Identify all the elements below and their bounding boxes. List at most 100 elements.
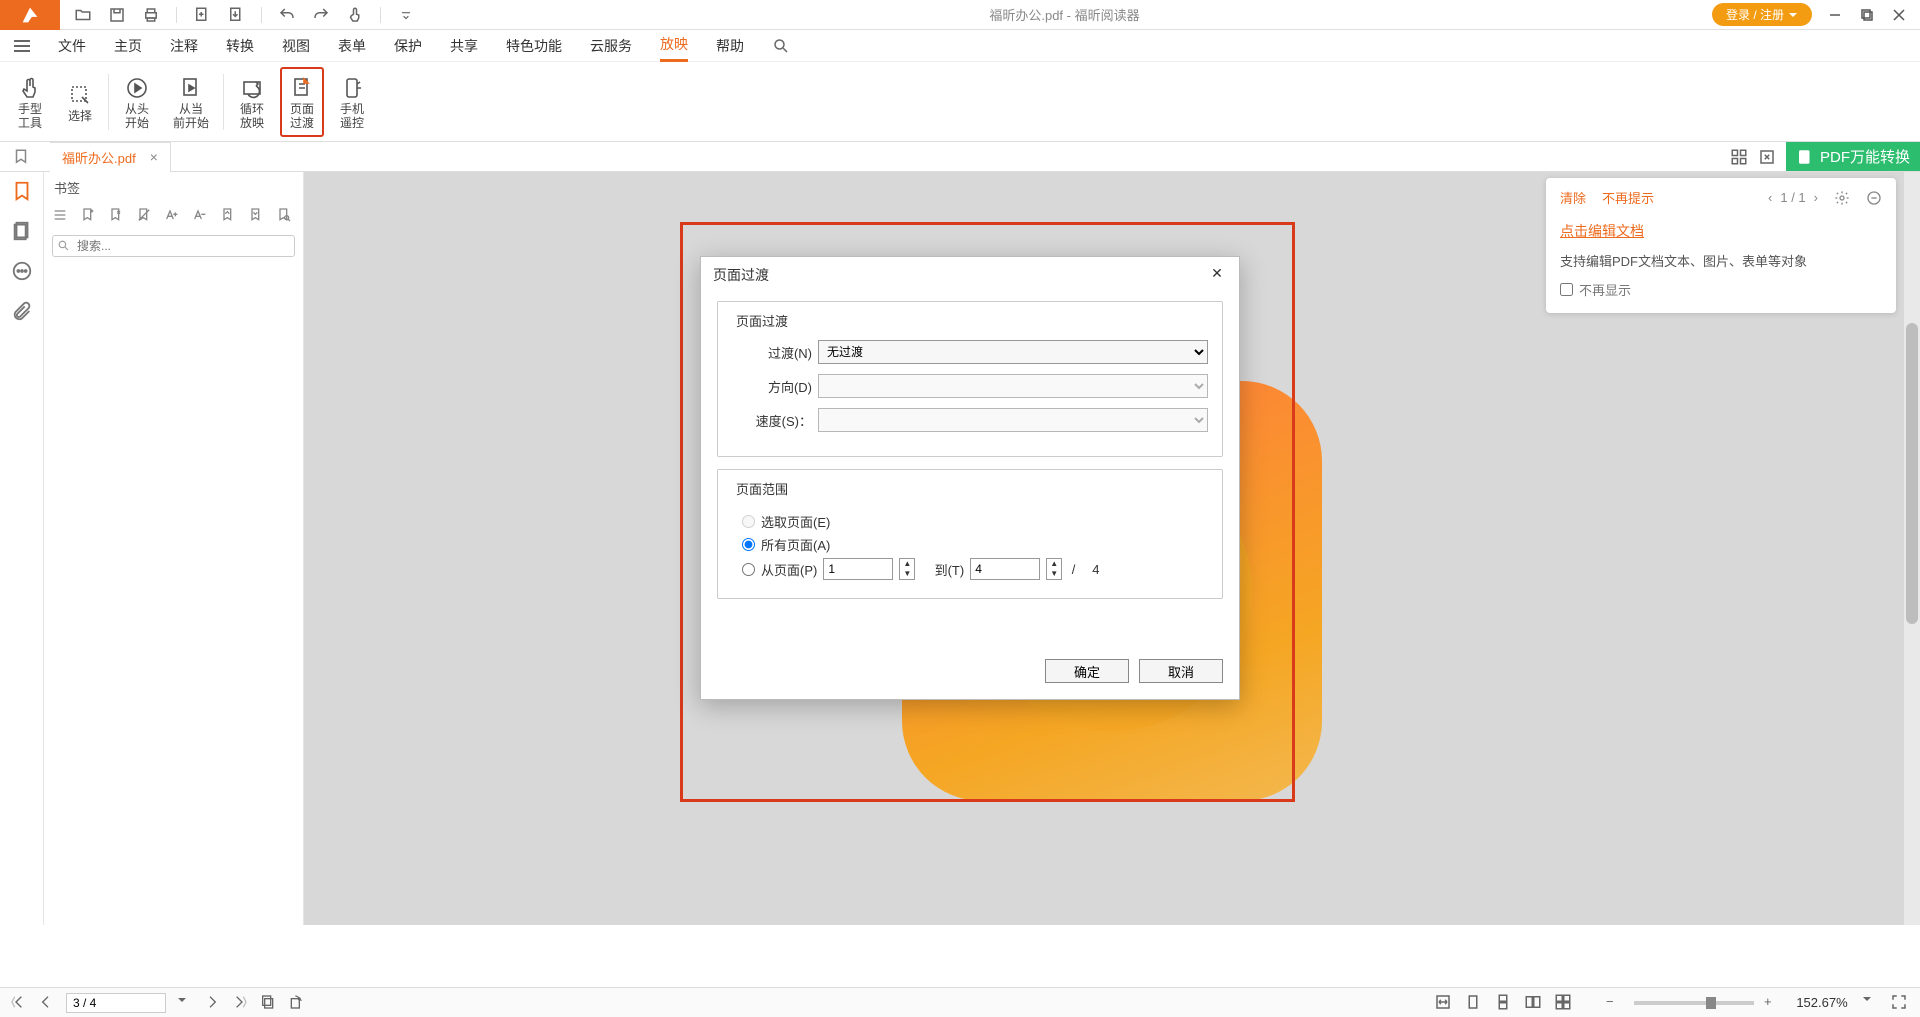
card-minimize-icon[interactable] [1866, 190, 1882, 206]
app-logo [0, 0, 60, 30]
hamburger-icon[interactable] [14, 40, 30, 52]
page-add-icon[interactable] [193, 6, 211, 24]
tab-marker-icon[interactable] [12, 148, 30, 166]
comments-panel-icon[interactable] [11, 260, 33, 282]
redo-icon[interactable] [312, 6, 330, 24]
copy-icon[interactable] [260, 994, 278, 1012]
menu-home[interactable]: 主页 [114, 31, 142, 61]
radio-all-pages[interactable] [742, 538, 755, 551]
menu-annot[interactable]: 注释 [170, 31, 198, 61]
menu-project[interactable]: 放映 [660, 29, 688, 62]
speed-select[interactable] [818, 408, 1208, 432]
undo-icon[interactable] [278, 6, 296, 24]
menu-file[interactable]: 文件 [58, 31, 86, 61]
fit-width-icon[interactable] [1434, 993, 1454, 1013]
fullscreen-icon[interactable] [1890, 993, 1910, 1013]
menu-cloud[interactable]: 云服务 [590, 31, 632, 61]
radio-from-page[interactable] [742, 563, 755, 576]
hand-tool-button[interactable]: 手型 工具 [8, 67, 52, 137]
search-icon[interactable] [772, 37, 790, 55]
dialog-close-icon[interactable]: ✕ [1207, 265, 1227, 285]
facing-continuous-icon[interactable] [1554, 993, 1574, 1013]
zoom-out-icon[interactable]: − [1606, 994, 1624, 1012]
gear-icon[interactable] [1834, 190, 1850, 206]
bm-font-dec-icon[interactable] [192, 207, 210, 225]
facing-icon[interactable] [1524, 993, 1544, 1013]
from-spinner[interactable]: ▲▼ [899, 558, 915, 580]
menu-view[interactable]: 视图 [282, 31, 310, 61]
menu-protect[interactable]: 保护 [394, 31, 422, 61]
print-icon[interactable] [142, 6, 160, 24]
direction-select[interactable] [818, 374, 1208, 398]
hand-icon [18, 74, 42, 102]
bm-delete-icon[interactable] [136, 207, 154, 225]
login-button[interactable]: 登录 / 注册 [1712, 3, 1812, 26]
start-from-current-button[interactable]: 从当 前开始 [165, 67, 217, 137]
last-page-icon[interactable] [232, 994, 250, 1012]
menu-help[interactable]: 帮助 [716, 31, 744, 61]
single-page-icon[interactable] [1464, 993, 1484, 1013]
pages-panel-icon[interactable] [11, 220, 33, 242]
pdf-convert-badge[interactable]: PDF万能转换 [1786, 142, 1920, 171]
transition-select[interactable]: 无过渡 [818, 340, 1208, 364]
thumbnail-view-icon[interactable] [1730, 148, 1748, 166]
edit-doc-link[interactable]: 点击编辑文档 [1560, 221, 1882, 241]
bookmark-panel-icon[interactable] [11, 180, 33, 202]
attachments-panel-icon[interactable] [11, 300, 33, 322]
zoom-slider[interactable] [1634, 1001, 1754, 1005]
close-button[interactable] [1890, 6, 1908, 24]
bookmark-search-input[interactable] [52, 235, 295, 257]
start-from-begin-button[interactable]: 从头 开始 [115, 67, 159, 137]
bm-add-icon[interactable] [80, 207, 98, 225]
from-page-input[interactable] [823, 558, 893, 580]
page-transition-button[interactable]: 页面 过渡 [280, 67, 324, 137]
bm-collapse-icon[interactable] [220, 207, 238, 225]
vertical-scrollbar[interactable] [1904, 172, 1920, 925]
rotate-icon[interactable] [288, 994, 306, 1012]
continuous-icon[interactable] [1494, 993, 1514, 1013]
speed-label: 速度(S)： [732, 411, 812, 430]
menu-form[interactable]: 表单 [338, 31, 366, 61]
bm-find-icon[interactable] [276, 207, 294, 225]
zoom-dropdown-icon[interactable] [1862, 994, 1880, 1012]
ok-button[interactable]: 确定 [1045, 659, 1129, 683]
to-page-input[interactable] [970, 558, 1040, 580]
document-tab[interactable]: 福昕办公.pdf × [50, 142, 171, 172]
page-export-icon[interactable] [227, 6, 245, 24]
cancel-button[interactable]: 取消 [1139, 659, 1223, 683]
total-pages: 4 [1092, 562, 1099, 577]
pager-prev-icon[interactable]: ‹ [1768, 190, 1772, 205]
open-icon[interactable] [74, 6, 92, 24]
bm-outline-icon[interactable] [52, 207, 70, 225]
bm-font-inc-icon[interactable] [164, 207, 182, 225]
zoom-in-icon[interactable]: + [1764, 994, 1782, 1012]
pager-next-icon[interactable]: › [1814, 190, 1818, 205]
dont-show-checkbox[interactable]: 不再显示 [1560, 280, 1882, 299]
save-icon[interactable] [108, 6, 126, 24]
bm-cut-icon[interactable] [108, 207, 126, 225]
menu-convert[interactable]: 转换 [226, 31, 254, 61]
menu-share[interactable]: 共享 [450, 31, 478, 61]
bookmark-title: 书签 [44, 172, 303, 203]
touch-icon[interactable] [346, 6, 364, 24]
tab-close-icon[interactable]: × [150, 149, 158, 165]
loop-play-button[interactable]: 循环 放映 [230, 67, 274, 137]
bm-expand-icon[interactable] [248, 207, 266, 225]
phone-remote-button[interactable]: 手机 遥控 [330, 67, 374, 137]
no-remind-link[interactable]: 不再提示 [1602, 188, 1654, 207]
prev-page-icon[interactable] [38, 994, 56, 1012]
tab-name: 福昕办公.pdf [62, 148, 136, 167]
expand-icon[interactable] [1758, 148, 1776, 166]
maximize-button[interactable] [1858, 6, 1876, 24]
minimize-button[interactable] [1826, 6, 1844, 24]
to-spinner[interactable]: ▲▼ [1046, 558, 1062, 580]
transition-group: 页面过渡 过渡(N) 无过渡 方向(D) 速度(S)： [717, 301, 1223, 457]
menu-feature[interactable]: 特色功能 [506, 31, 562, 61]
next-page-icon[interactable] [204, 994, 222, 1012]
first-page-icon[interactable] [10, 994, 28, 1012]
select-tool-button[interactable]: 选择 [58, 67, 102, 137]
clear-link[interactable]: 清除 [1560, 188, 1586, 207]
page-dropdown-icon[interactable] [176, 994, 194, 1012]
qat-dropdown-icon[interactable] [397, 6, 415, 24]
page-input[interactable] [66, 993, 166, 1013]
